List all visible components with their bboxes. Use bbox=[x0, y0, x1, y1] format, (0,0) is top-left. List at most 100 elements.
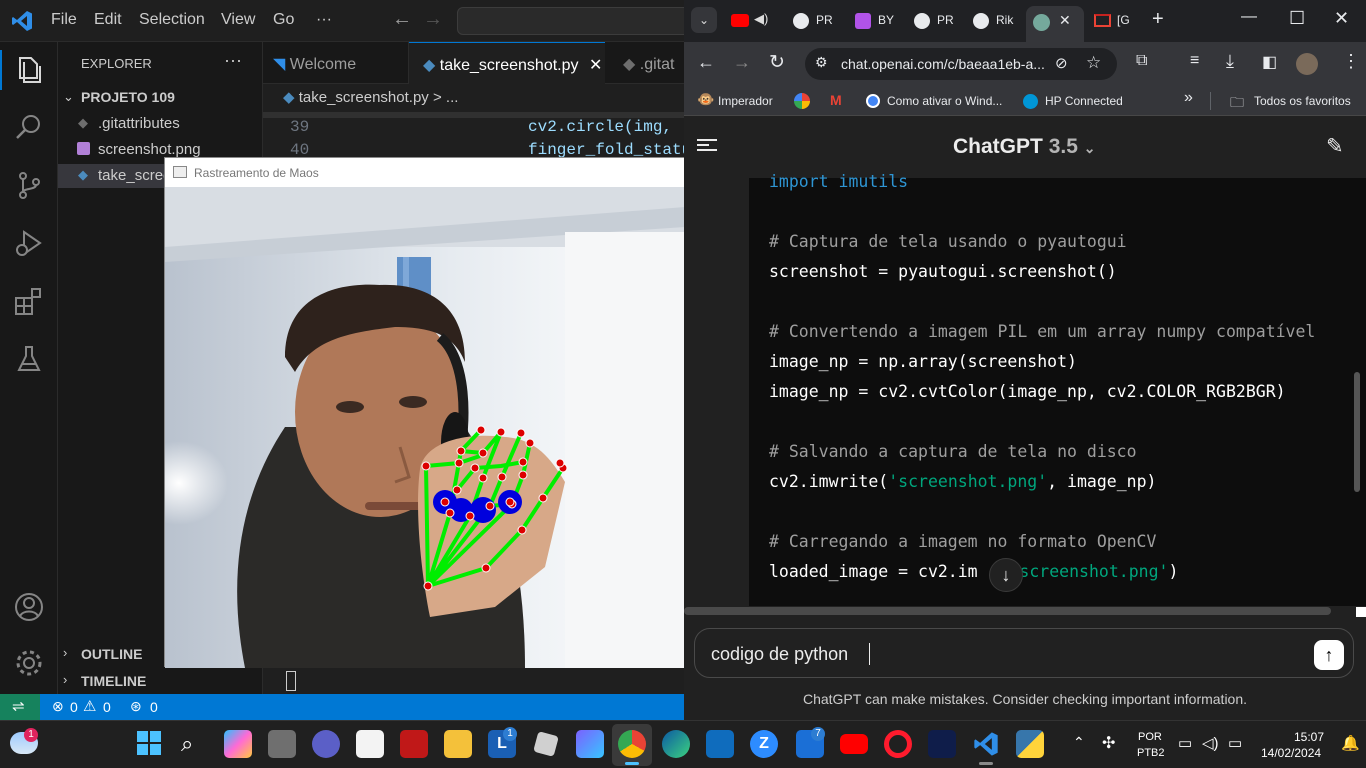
menu-edit[interactable]: Edit bbox=[94, 11, 122, 29]
vertical-scrollbar[interactable] bbox=[1354, 372, 1360, 492]
command-center-search[interactable] bbox=[457, 7, 697, 35]
tab-welcome[interactable]: ◥ Welcome bbox=[263, 42, 409, 84]
youtube-tab-icon[interactable] bbox=[731, 14, 749, 27]
python-icon[interactable] bbox=[1016, 730, 1044, 758]
display-icon[interactable]: ▭ bbox=[1178, 734, 1192, 752]
gmail-bookmark-icon[interactable]: M bbox=[830, 92, 842, 108]
notification-bell-icon[interactable]: 🔔 bbox=[1341, 734, 1360, 752]
tab-gmail[interactable]: [G bbox=[1117, 13, 1130, 27]
bookmark-imperador[interactable]: Imperador bbox=[718, 94, 773, 108]
active-chatgpt-tab[interactable]: ✕ bbox=[1026, 6, 1084, 42]
warning-icon[interactable]: ⚠ bbox=[83, 697, 96, 715]
profile-avatar[interactable] bbox=[1296, 53, 1318, 75]
error-icon[interactable]: ⊗ bbox=[52, 698, 64, 715]
message-input[interactable]: codigo de python ↑ bbox=[694, 628, 1354, 678]
breadcrumb-more[interactable]: > ... bbox=[433, 89, 458, 106]
copilot-icon[interactable] bbox=[224, 730, 252, 758]
tab-gitattributes[interactable]: ◆ .gitat bbox=[605, 42, 684, 84]
google-bookmark-icon[interactable] bbox=[794, 93, 810, 109]
forward-arrow-icon[interactable]: → bbox=[423, 8, 443, 31]
chrome-icon[interactable] bbox=[618, 730, 646, 758]
volume-icon[interactable]: ◁) bbox=[1202, 734, 1219, 752]
mcafee-icon[interactable] bbox=[400, 730, 428, 758]
opera-icon[interactable] bbox=[884, 730, 912, 758]
back-arrow-icon[interactable]: ← bbox=[392, 8, 412, 31]
tab-rik[interactable]: Rik bbox=[996, 13, 1013, 27]
new-tab-plus-icon[interactable]: + bbox=[1152, 8, 1164, 31]
edge-icon[interactable] bbox=[662, 730, 690, 758]
side-panel-icon[interactable]: ◧ bbox=[1262, 52, 1277, 72]
timeline-chevron-icon[interactable]: › bbox=[63, 672, 67, 687]
chrome-menu-icon[interactable]: ⋮ bbox=[1342, 51, 1360, 72]
download-icon[interactable]: ⤓ bbox=[1226, 51, 1234, 72]
menu-go[interactable]: Go bbox=[273, 11, 294, 29]
outline-section[interactable]: OUTLINE bbox=[81, 646, 142, 662]
bookmarks-overflow[interactable]: » bbox=[1184, 89, 1193, 107]
settings-gear-icon[interactable] bbox=[12, 646, 46, 680]
tray-chevron-up-icon[interactable]: ⌃ bbox=[1073, 734, 1085, 751]
menu-file[interactable]: File bbox=[51, 11, 77, 29]
error-count[interactable]: 0 bbox=[70, 699, 78, 715]
file-screenshot-png[interactable]: screenshot.png bbox=[98, 141, 201, 158]
youtube-icon[interactable] bbox=[840, 734, 868, 754]
back-icon[interactable]: ← bbox=[697, 52, 715, 73]
bookmark-star-icon[interactable]: ☆ bbox=[1086, 53, 1101, 73]
forward-icon[interactable]: → bbox=[733, 52, 751, 73]
active-tab-close-icon[interactable]: ✕ bbox=[1059, 12, 1071, 29]
minimize-icon[interactable]: — bbox=[1241, 8, 1257, 26]
file-gitattributes[interactable]: .gitattributes bbox=[98, 115, 180, 132]
account-icon[interactable] bbox=[12, 590, 46, 624]
testing-flask-icon[interactable] bbox=[12, 342, 46, 376]
menu-view[interactable]: View bbox=[221, 11, 255, 29]
widget-icon[interactable] bbox=[706, 730, 734, 758]
reload-icon[interactable]: ↻ bbox=[769, 51, 785, 74]
file-explorer-icon[interactable] bbox=[444, 730, 472, 758]
tab-take-screenshot[interactable]: ◆ take_screenshot.py ✕ bbox=[409, 42, 605, 84]
clock-time[interactable]: 15:07 bbox=[1294, 730, 1324, 744]
disney-icon[interactable] bbox=[928, 730, 956, 758]
tab-pr-1[interactable]: PR bbox=[816, 13, 833, 27]
chevron-down-icon[interactable]: ⌄ bbox=[63, 89, 74, 105]
vscode-icon[interactable] bbox=[972, 730, 1000, 758]
speaker-tab-icon[interactable]: ◀) bbox=[754, 11, 768, 27]
remote-indicator[interactable]: ⇌ bbox=[0, 694, 40, 720]
site-info-icon[interactable]: ⚙ bbox=[815, 54, 828, 71]
horizontal-scrollbar[interactable] bbox=[684, 607, 1331, 615]
tab-close-icon[interactable]: ✕ bbox=[589, 57, 602, 74]
github-tab-icon-2[interactable] bbox=[914, 13, 930, 29]
media-controls-icon[interactable]: ≡ bbox=[1190, 52, 1199, 70]
gmail-tab-icon[interactable] bbox=[1094, 14, 1111, 27]
bookmark-como-ativar[interactable]: Como ativar o Wind... bbox=[887, 94, 1002, 108]
tab-search-chevron-icon[interactable]: ⌄ bbox=[691, 7, 717, 33]
menu-more[interactable]: ··· bbox=[316, 11, 332, 29]
camera-titlebar[interactable]: Rastreamento de Maos bbox=[165, 158, 685, 187]
clock-date[interactable]: 14/02/2024 bbox=[1261, 746, 1321, 760]
project-folder[interactable]: PROJETO 109 bbox=[81, 89, 175, 105]
menu-selection[interactable]: Selection bbox=[139, 11, 205, 29]
github-tab-icon[interactable] bbox=[793, 13, 809, 29]
eye-off-icon[interactable]: ⊘ bbox=[1055, 54, 1068, 72]
extensions-puzzle-icon[interactable]: ⧉ bbox=[1136, 52, 1147, 70]
bytebase-tab-icon[interactable] bbox=[855, 13, 871, 29]
store-icon[interactable] bbox=[356, 730, 384, 758]
extensions-icon[interactable] bbox=[12, 284, 46, 318]
source-control-icon[interactable] bbox=[12, 168, 46, 202]
address-bar[interactable]: ⚙ chat.openai.com/c/baeaa1eb-a... ⊘ ☆ bbox=[805, 48, 1117, 80]
task-view-icon[interactable] bbox=[268, 730, 296, 758]
maximize-icon[interactable]: ☐ bbox=[1289, 8, 1305, 29]
meet-icon[interactable] bbox=[312, 730, 340, 758]
explorer-files-icon[interactable] bbox=[12, 52, 46, 86]
breadcrumb-file[interactable]: take_screenshot.py bbox=[299, 89, 429, 106]
search-icon[interactable] bbox=[12, 110, 46, 144]
warning-count[interactable]: 0 bbox=[103, 699, 111, 715]
url-text[interactable]: chat.openai.com/c/baeaa1eb-a... bbox=[841, 56, 1045, 72]
explorer-more-icon[interactable]: ··· bbox=[224, 50, 242, 71]
outline-chevron-icon[interactable]: › bbox=[63, 645, 67, 660]
lang-bottom[interactable]: PTB2 bbox=[1137, 747, 1165, 759]
github-tab-icon-3[interactable] bbox=[973, 13, 989, 29]
tab-by[interactable]: BY bbox=[878, 13, 894, 27]
ports-icon[interactable]: ⊛ bbox=[130, 698, 142, 715]
new-chat-edit-icon[interactable]: ✎ bbox=[1326, 134, 1344, 159]
network-share-icon[interactable]: ✣ bbox=[1102, 733, 1115, 753]
start-icon[interactable] bbox=[136, 730, 164, 758]
